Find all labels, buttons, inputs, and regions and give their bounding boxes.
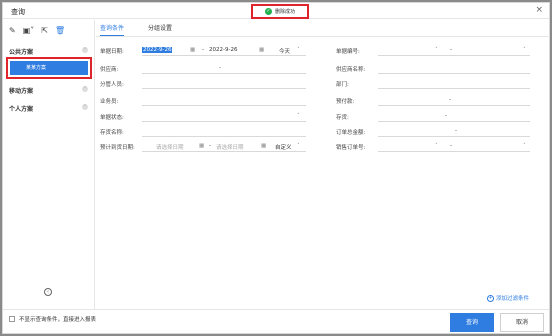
skip-conditions-checkbox[interactable]: [9, 316, 15, 322]
prepaid-sep: -: [449, 97, 451, 103]
collapse-icon[interactable]: ‹: [44, 288, 52, 296]
chevron-down-icon[interactable]: ˅: [435, 143, 438, 149]
dept-label: 部门:: [336, 82, 349, 88]
cancel-button[interactable]: 取消: [500, 313, 544, 332]
close-icon[interactable]: ×: [535, 5, 543, 15]
success-toast: ✓ 删除成功: [251, 4, 309, 19]
chevron-up-icon[interactable]: ˄: [82, 47, 88, 53]
chevron-down-icon[interactable]: ˅: [523, 47, 526, 53]
prepaid-label: 预付款:: [336, 99, 355, 105]
supplier-name-input[interactable]: [378, 73, 530, 74]
doc-date-underline: [142, 55, 306, 56]
order-amount-sep: -: [455, 128, 457, 134]
query-dialog: 查询 × ✎ ▣˅ ⇱ 🗑 公共方案 ˄ 某某方案 移动方案 ˅ 个人方案 ˅ …: [2, 2, 550, 334]
inventory-name-input[interactable]: [142, 136, 306, 137]
dialog-footer: 不显示查询条件，直接进入报表 查询 取消: [3, 309, 549, 335]
prepaid-input[interactable]: [378, 105, 530, 106]
save-icon[interactable]: ▣˅: [23, 26, 35, 35]
inventory-label: 存货:: [336, 115, 349, 121]
manager-label: 分管人员:: [100, 82, 124, 88]
tab-query-conditions[interactable]: 查询条件: [100, 23, 125, 36]
chevron-down-icon[interactable]: ˅: [297, 143, 300, 149]
salesman-label: 业务员:: [100, 99, 119, 105]
chevron-down-icon[interactable]: ˅: [82, 104, 88, 110]
plan-sidebar: ✎ ▣˅ ⇱ 🗑 公共方案 ˄ 某某方案 移动方案 ˅ 个人方案 ˅ ‹: [3, 20, 95, 309]
doc-date-sep: -: [202, 47, 204, 53]
arrival-from-input[interactable]: 请选择日期: [156, 143, 184, 151]
sales-order-sep: -: [450, 143, 452, 149]
arrival-date-label: 预计到货日期:: [100, 145, 135, 151]
doc-no-underline: [378, 55, 530, 56]
sales-order-label: 销售订单号:: [336, 145, 366, 151]
chevron-down-icon[interactable]: ˅: [435, 47, 438, 53]
skip-conditions-label: 不显示查询条件，直接进入报表: [19, 317, 97, 323]
dialog-title: 查询: [11, 8, 25, 16]
doc-date-label: 单据日期:: [100, 49, 124, 55]
calendar-icon[interactable]: ▦: [261, 143, 266, 149]
supplier-name-label: 供应商名称:: [336, 67, 366, 73]
chevron-down-icon[interactable]: ˅: [297, 47, 300, 53]
chevron-down-icon[interactable]: ˅: [523, 143, 526, 149]
doc-no-sep: -: [450, 47, 452, 53]
salesman-input[interactable]: [142, 105, 306, 106]
chevron-down-icon[interactable]: ˅: [82, 86, 88, 92]
calendar-icon[interactable]: ▦: [199, 143, 204, 149]
check-icon: ✓: [264, 8, 272, 15]
arrival-underline: [142, 151, 306, 152]
arrival-to-input[interactable]: 请选择日期: [216, 143, 244, 151]
supplier-label: 供应商:: [100, 67, 119, 73]
selected-plan-highlight: 某某方案: [6, 57, 92, 79]
group-mobile[interactable]: 移动方案: [9, 86, 33, 95]
query-button[interactable]: 查询: [450, 313, 494, 332]
arrival-sep: -: [209, 143, 211, 149]
plan-item[interactable]: 某某方案: [10, 61, 88, 75]
add-filter-label: 添加过滤条件: [496, 296, 530, 302]
tab-group-settings[interactable]: 分组设置: [148, 23, 172, 36]
calendar-icon[interactable]: ▦: [259, 47, 264, 53]
delete-icon[interactable]: 🗑: [55, 26, 65, 35]
doc-date-preset-select[interactable]: 今天: [279, 47, 290, 55]
group-personal[interactable]: 个人方案: [9, 104, 33, 113]
chevron-down-icon[interactable]: ˅: [297, 113, 300, 119]
sales-order-underline: [378, 151, 530, 152]
inventory-input[interactable]: [378, 121, 530, 122]
doc-date-from-input[interactable]: 2022-9-26: [142, 47, 173, 53]
calendar-icon[interactable]: ▦: [190, 47, 195, 53]
doc-no-label: 单据编号:: [336, 49, 360, 55]
supplier-underline[interactable]: [142, 73, 306, 74]
dept-input[interactable]: [378, 88, 530, 89]
inventory-sep: -: [445, 113, 447, 119]
arrival-preset-select[interactable]: 自定义: [275, 143, 292, 151]
tab-divider: [96, 36, 550, 37]
tab-bar: 查询条件 分组设置: [100, 23, 172, 36]
doc-date-to-input[interactable]: 2022-9-26: [209, 47, 237, 53]
plus-icon: +: [487, 294, 494, 302]
inventory-name-label: 存货名称:: [100, 130, 124, 136]
add-filter-link[interactable]: + 添加过滤条件: [487, 294, 529, 302]
supplier-sep: -: [219, 65, 221, 71]
toast-text: 删除成功: [274, 9, 295, 15]
edit-icon[interactable]: ✎: [9, 26, 16, 35]
order-amount-input[interactable]: [378, 136, 530, 137]
manager-input[interactable]: [142, 88, 306, 89]
status-label: 单据状态:: [100, 115, 124, 121]
plan-toolbar: ✎ ▣˅ ⇱ 🗑: [9, 26, 65, 35]
group-public[interactable]: 公共方案: [9, 47, 33, 56]
order-amount-label: 订单总金额:: [336, 130, 366, 136]
export-icon[interactable]: ⇱: [41, 26, 48, 35]
status-select[interactable]: [142, 121, 306, 122]
